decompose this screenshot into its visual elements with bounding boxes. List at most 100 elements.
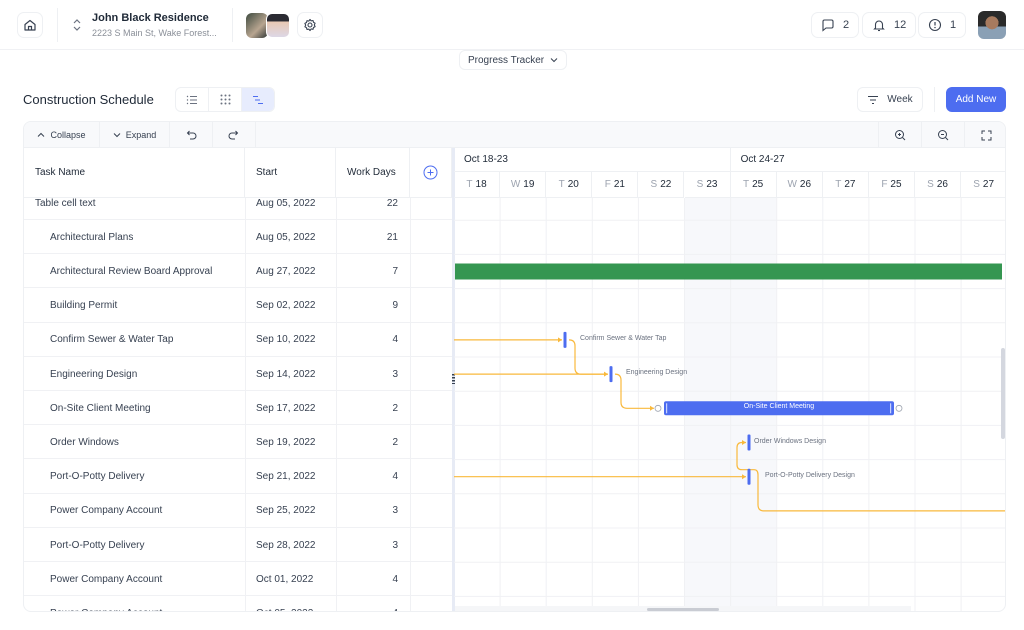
comments-counter[interactable]: 2 xyxy=(811,12,860,38)
day-header: S 22 xyxy=(638,172,685,198)
collapse-button[interactable]: Collapse xyxy=(24,122,100,148)
table-row[interactable]: Port-O-Potty Delivery Sep 21, 2022 4 xyxy=(24,460,452,494)
team-avatar[interactable] xyxy=(246,13,268,38)
home-button[interactable] xyxy=(17,12,43,38)
table-row[interactable]: Power Company Account Oct 01, 2022 4 xyxy=(24,562,452,597)
task-name-cell[interactable]: Table cell text xyxy=(35,198,96,220)
work-days-cell[interactable]: 2 xyxy=(336,425,398,459)
list-view-button[interactable] xyxy=(176,88,209,111)
zoom-out-button[interactable] xyxy=(921,122,964,148)
fullscreen-button[interactable] xyxy=(964,122,1005,148)
task-name-cell[interactable]: Power Company Account xyxy=(50,562,162,596)
task-name-cell[interactable]: Port-O-Potty Delivery xyxy=(50,528,144,562)
collapse-label: Collapse xyxy=(50,130,86,140)
task-name-cell[interactable]: Power Company Account xyxy=(50,494,162,528)
add-new-button[interactable]: Add New xyxy=(946,87,1006,112)
divider xyxy=(934,87,935,112)
column-header-work-days[interactable]: Work Days xyxy=(336,148,410,198)
day-letter: T xyxy=(743,179,750,190)
start-date-cell[interactable]: Aug 27, 2022 xyxy=(256,254,316,288)
task-name-cell[interactable]: Architectural Plans xyxy=(50,220,133,254)
table-row[interactable]: On-Site Client Meeting Sep 17, 2022 2 xyxy=(24,391,452,426)
day-number: 26 xyxy=(936,179,948,190)
column-header-task-name[interactable]: Task Name xyxy=(24,148,245,198)
start-date-cell[interactable]: Sep 10, 2022 xyxy=(256,323,316,357)
project-switcher-button[interactable] xyxy=(72,17,82,38)
start-date-cell[interactable]: Aug 05, 2022 xyxy=(256,220,316,254)
project-title[interactable]: John Black Residence xyxy=(92,12,209,24)
start-date-cell[interactable]: Sep 17, 2022 xyxy=(256,391,316,425)
work-days-cell[interactable]: 4 xyxy=(336,460,398,494)
work-days-cell[interactable]: 3 xyxy=(336,494,398,528)
zoom-in-icon xyxy=(895,130,906,141)
table-row[interactable]: Confirm Sewer & Water Tap Sep 10, 2022 4 xyxy=(24,323,452,357)
settings-button[interactable] xyxy=(297,12,323,38)
start-date-cell[interactable]: Aug 05, 2022 xyxy=(256,198,316,220)
day-number: 18 xyxy=(475,179,487,190)
table-row[interactable]: Table cell text Aug 05, 2022 22 xyxy=(24,198,452,220)
week-header: Oct 18-23 xyxy=(454,148,731,172)
table-row[interactable]: Architectural Review Board Approval Aug 2… xyxy=(24,254,452,289)
vertical-scrollbar-thumb[interactable] xyxy=(1001,348,1005,439)
day-number: 27 xyxy=(982,179,995,190)
milestone-label: Engineering Design xyxy=(626,369,688,377)
table-row[interactable]: Order Windows Sep 19, 2022 2 xyxy=(24,425,452,460)
column-header-start[interactable]: Start xyxy=(245,148,336,198)
day-header: S 26 xyxy=(915,172,962,198)
task-name-cell[interactable]: Power Company Account xyxy=(50,596,162,611)
bell-icon xyxy=(873,20,885,32)
table-row[interactable]: Engineering Design Sep 14, 2022 3 xyxy=(24,357,452,391)
start-date-cell[interactable]: Oct 05, 2022 xyxy=(256,596,313,611)
expand-button[interactable]: Expand xyxy=(100,122,170,148)
start-date-cell[interactable]: Sep 14, 2022 xyxy=(256,357,316,391)
work-days-cell[interactable]: 3 xyxy=(336,528,398,562)
notifications-counter[interactable]: 12 xyxy=(862,12,917,38)
start-date-cell[interactable]: Sep 25, 2022 xyxy=(256,494,316,528)
start-date-cell[interactable]: Sep 21, 2022 xyxy=(256,460,316,494)
view-selector-label: Progress Tracker xyxy=(468,54,545,66)
table-row[interactable]: Port-O-Potty Delivery Sep 28, 2022 3 xyxy=(24,528,452,562)
team-avatar[interactable] xyxy=(266,13,290,38)
task-name-cell[interactable]: Engineering Design xyxy=(50,357,137,391)
zoom-out-icon xyxy=(938,130,949,141)
work-days-cell[interactable]: 7 xyxy=(336,254,398,288)
start-date-cell[interactable]: Sep 02, 2022 xyxy=(256,289,316,323)
start-date-cell[interactable]: Sep 19, 2022 xyxy=(256,425,316,459)
add-column-button[interactable] xyxy=(410,148,452,198)
home-icon xyxy=(24,19,36,31)
table-row[interactable]: Power Company Account Sep 25, 2022 3 xyxy=(24,494,452,528)
task-name-cell[interactable]: Order Windows xyxy=(50,425,119,459)
milestone-label: Confirm Sewer & Water Tap xyxy=(580,334,667,342)
grid-view-button[interactable] xyxy=(209,88,242,111)
week-filter-button[interactable]: Week xyxy=(857,87,923,112)
view-selector-dropdown[interactable]: Progress Tracker xyxy=(459,50,568,70)
redo-button[interactable] xyxy=(213,122,256,148)
task-name-cell[interactable]: Confirm Sewer & Water Tap xyxy=(50,323,173,357)
task-name-cell[interactable]: Architectural Review Board Approval xyxy=(50,254,212,288)
table-row[interactable]: Architectural Plans Aug 05, 2022 21 xyxy=(24,220,452,255)
task-name-cell[interactable]: Building Permit xyxy=(50,289,117,323)
day-header: T 25 xyxy=(730,172,777,198)
start-date-cell[interactable]: Sep 28, 2022 xyxy=(256,528,316,562)
table-row[interactable]: Power Company Account Oct 05, 2022 4 xyxy=(24,596,452,611)
comments-count: 2 xyxy=(843,19,850,31)
work-days-cell[interactable]: 21 xyxy=(336,220,398,254)
zoom-in-button[interactable] xyxy=(878,122,921,148)
horizontal-scrollbar-thumb[interactable] xyxy=(647,608,719,611)
work-days-cell[interactable]: 4 xyxy=(336,596,398,611)
gantt-view-button[interactable] xyxy=(242,88,274,111)
start-date-cell[interactable]: Oct 01, 2022 xyxy=(256,562,313,596)
work-days-cell[interactable]: 2 xyxy=(336,391,398,425)
task-name-cell[interactable]: Port-O-Potty Delivery xyxy=(50,460,144,494)
schedule-toolbar: Collapse Expand xyxy=(24,122,1005,148)
work-days-cell[interactable]: 4 xyxy=(336,323,398,357)
work-days-cell[interactable]: 4 xyxy=(336,562,398,596)
undo-button[interactable] xyxy=(170,122,213,148)
work-days-cell[interactable]: 3 xyxy=(336,357,398,391)
work-days-cell[interactable]: 9 xyxy=(336,289,398,323)
user-avatar[interactable] xyxy=(978,11,1006,39)
work-days-cell[interactable]: 22 xyxy=(336,198,398,220)
table-row[interactable]: Building Permit Sep 02, 2022 9 xyxy=(24,289,452,323)
task-name-cell[interactable]: On-Site Client Meeting xyxy=(50,391,151,425)
alerts-counter[interactable]: 1 xyxy=(918,12,967,38)
